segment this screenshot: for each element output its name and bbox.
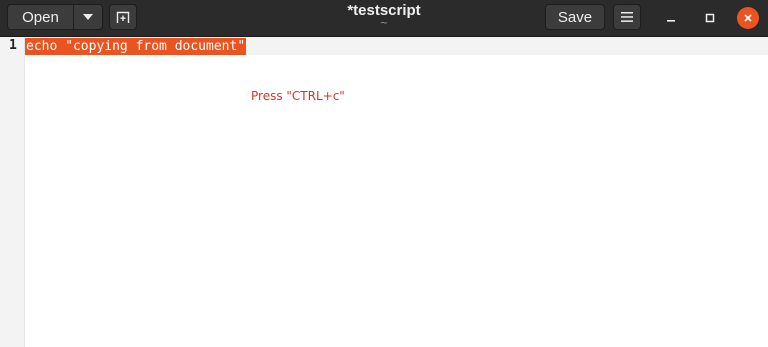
line-number: 1: [9, 38, 17, 53]
save-button-label: Save: [557, 8, 593, 26]
close-button[interactable]: [737, 7, 759, 29]
hamburger-menu-icon: [621, 12, 633, 22]
instruction-annotation: Press "CTRL+c": [251, 89, 345, 103]
open-button-label: Open: [22, 8, 59, 26]
line-number-gutter: 1: [0, 37, 25, 347]
maximize-button[interactable]: [699, 7, 721, 29]
close-icon: [744, 14, 752, 22]
menu-button[interactable]: [613, 4, 641, 30]
header-bar: Open *testscript ~ Save: [0, 0, 768, 37]
chevron-down-icon: [83, 14, 93, 20]
minimize-icon: [667, 20, 675, 22]
minimize-button[interactable]: [660, 7, 682, 29]
new-document-button[interactable]: [109, 4, 137, 30]
open-dropdown-button[interactable]: [73, 4, 103, 30]
maximize-icon: [705, 13, 715, 23]
new-tab-icon: [116, 11, 130, 23]
text-editor-area[interactable]: echo "copying from document": [25, 37, 768, 347]
window-subtitle: ~: [379, 18, 389, 29]
open-button[interactable]: Open: [7, 4, 74, 30]
window-title: *testscript: [347, 2, 421, 19]
selected-code-line[interactable]: echo "copying from document": [25, 38, 247, 55]
save-button[interactable]: Save: [545, 4, 605, 30]
